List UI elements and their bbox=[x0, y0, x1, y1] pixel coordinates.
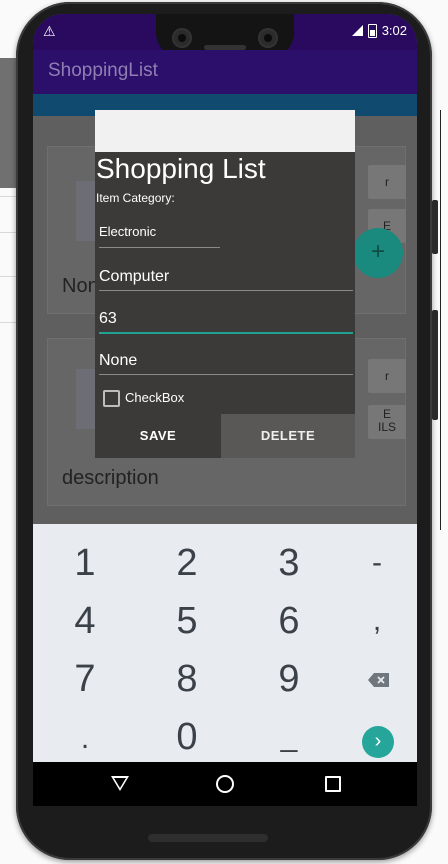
purchased-checkbox[interactable] bbox=[103, 390, 120, 407]
key-5[interactable]: 5 bbox=[139, 592, 235, 650]
app-title: ShoppingList bbox=[48, 60, 158, 81]
battery-icon bbox=[367, 23, 377, 38]
category-spinner[interactable]: Electronic bbox=[99, 224, 156, 239]
front-sensor-icon bbox=[258, 28, 278, 48]
card-details-button[interactable]: E ILS bbox=[368, 405, 406, 439]
nav-back-icon[interactable] bbox=[111, 776, 129, 791]
phone-screen: ⚠ 3:02 ShoppingList r E None r E ILS des… bbox=[33, 14, 417, 806]
phone-bottom-speaker bbox=[148, 834, 268, 842]
plus-icon: + bbox=[370, 238, 385, 265]
delete-button[interactable]: DELETE bbox=[221, 414, 355, 458]
quantity-field[interactable]: 63 bbox=[99, 310, 117, 328]
key-4[interactable]: 4 bbox=[37, 592, 133, 650]
status-icons: 3:02 bbox=[351, 23, 407, 38]
key-1[interactable]: 1 bbox=[37, 534, 133, 592]
front-camera-icon bbox=[172, 28, 192, 48]
key-minus[interactable]: - bbox=[329, 534, 417, 592]
edit-item-dialog: Shopping List Item Category: Electronic … bbox=[95, 152, 355, 458]
description-field[interactable]: None bbox=[99, 352, 137, 370]
category-label: Item Category: bbox=[96, 191, 175, 205]
numeric-keyboard: 1 2 3 - 4 5 6 , 7 8 9 . 0 _ › bbox=[33, 524, 417, 762]
nav-recents-icon[interactable] bbox=[325, 776, 341, 792]
dialog-title: Shopping List bbox=[96, 153, 266, 184]
nav-home-icon[interactable] bbox=[216, 775, 234, 793]
item-description: description bbox=[62, 467, 159, 489]
key-comma[interactable]: , bbox=[329, 592, 417, 650]
save-button[interactable]: SAVE bbox=[95, 414, 221, 458]
status-time: 3:02 bbox=[381, 23, 407, 38]
checkbox-label: CheckBox bbox=[125, 390, 185, 405]
app-bar: ShoppingList bbox=[33, 50, 417, 94]
key-2[interactable]: 2 bbox=[139, 534, 235, 592]
dialog-header-bar bbox=[95, 110, 355, 152]
key-8[interactable]: 8 bbox=[139, 650, 235, 708]
key-3[interactable]: 3 bbox=[241, 534, 337, 592]
quantity-underline bbox=[99, 332, 353, 334]
key-9[interactable]: 9 bbox=[241, 650, 337, 708]
navigation-bar bbox=[33, 762, 417, 806]
key-0[interactable]: 0 bbox=[139, 708, 235, 766]
power-button bbox=[432, 200, 438, 254]
key-7[interactable]: 7 bbox=[37, 650, 133, 708]
key-space[interactable]: _ bbox=[241, 708, 337, 766]
enter-key[interactable]: › bbox=[362, 726, 394, 758]
volume-button bbox=[432, 310, 438, 420]
chevron-right-icon: › bbox=[374, 730, 382, 752]
key-6[interactable]: 6 bbox=[241, 592, 337, 650]
spinner-underline bbox=[99, 247, 220, 248]
item-name-field[interactable]: Computer bbox=[99, 268, 169, 286]
description-underline bbox=[99, 374, 353, 375]
key-period[interactable]: . bbox=[37, 710, 133, 768]
name-underline bbox=[99, 290, 353, 291]
card-edit-button[interactable]: r bbox=[368, 359, 406, 393]
signal-icon bbox=[351, 25, 363, 36]
warning-icon: ⚠ bbox=[43, 23, 56, 39]
desktop-border bbox=[440, 110, 441, 530]
card-edit-button[interactable]: r bbox=[368, 165, 406, 199]
backspace-icon[interactable] bbox=[368, 673, 390, 687]
add-item-fab[interactable]: + bbox=[353, 228, 403, 278]
